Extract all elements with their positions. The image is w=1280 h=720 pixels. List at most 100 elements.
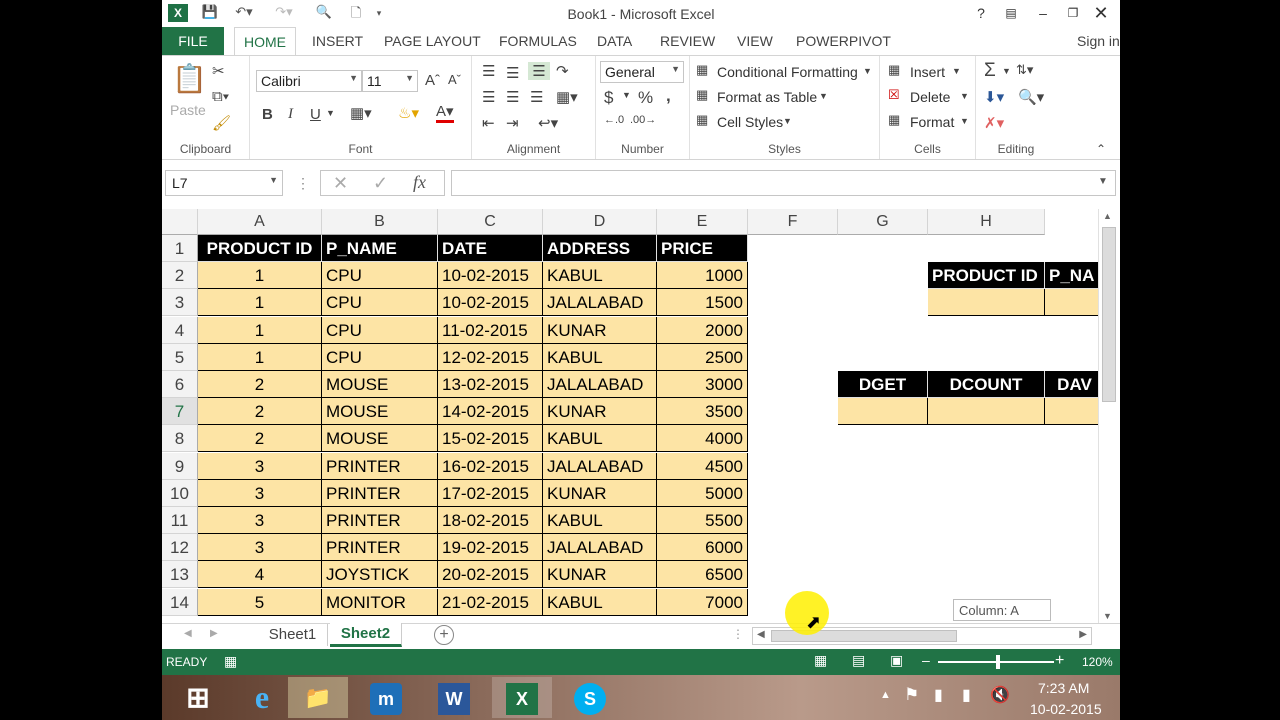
enter-icon[interactable]: ✓ (373, 173, 388, 194)
table-header-cell[interactable]: PRODUCT ID (198, 235, 322, 262)
file-explorer-icon[interactable]: 📁 (288, 677, 348, 718)
table-cell[interactable]: 1 (198, 343, 322, 371)
function-header-dcount[interactable]: DCOUNT (928, 371, 1045, 398)
excel-taskbar-icon[interactable]: X (492, 677, 552, 718)
select-all-corner[interactable] (162, 209, 198, 235)
table-cell[interactable]: 4 (198, 561, 322, 589)
table-cell[interactable]: PRINTER (322, 534, 438, 562)
table-cell[interactable]: 3500 (657, 398, 748, 426)
table-cell[interactable]: 6000 (657, 534, 748, 562)
normal-view-icon[interactable]: ▦ (814, 652, 827, 669)
currency-button[interactable]: $ (604, 88, 613, 108)
table-cell[interactable]: 2500 (657, 343, 748, 371)
function-result-cell[interactable] (928, 398, 1045, 426)
table-cell[interactable]: KABUL (543, 588, 657, 616)
table-cell[interactable]: KUNAR (543, 398, 657, 426)
scroll-left-icon[interactable]: ◀ (757, 629, 765, 640)
row-header-1[interactable]: 1 (162, 235, 198, 262)
align-center-icon[interactable]: ☰ (506, 88, 519, 106)
wrap-text-icon[interactable]: ↩▾ (538, 114, 558, 132)
vertical-scrollbar[interactable]: ▲ ▼ (1098, 209, 1118, 623)
criteria-input-cell[interactable] (928, 289, 1045, 317)
row-header-7[interactable]: 7 (162, 398, 198, 426)
middle-align-icon[interactable]: ☰ (506, 64, 519, 82)
number-format-select[interactable]: General ▼ (600, 61, 684, 83)
table-cell[interactable]: PRINTER (322, 479, 438, 507)
table-cell[interactable]: MOUSE (322, 371, 438, 398)
paste-icon[interactable]: 📋 (172, 62, 207, 94)
table-cell[interactable]: KUNAR (543, 561, 657, 589)
paste-button[interactable]: Paste (170, 102, 206, 118)
prev-sheet-icon[interactable]: ◀ (184, 628, 192, 639)
table-cell[interactable]: KABUL (543, 262, 657, 290)
tab-powerpivot[interactable]: POWERPIVOT (796, 27, 891, 55)
row-header-10[interactable]: 10 (162, 479, 198, 507)
table-cell[interactable]: 11-02-2015 (438, 316, 543, 344)
italic-button[interactable]: I (288, 106, 293, 123)
sign-in-link[interactable]: Sign in (1077, 27, 1120, 55)
top-align-icon[interactable]: ☰ (482, 62, 495, 80)
tab-formulas[interactable]: FORMULAS (499, 27, 577, 55)
row-header-4[interactable]: 4 (162, 316, 198, 344)
table-cell[interactable]: 14-02-2015 (438, 398, 543, 426)
column-header-e[interactable]: E (657, 209, 748, 235)
scroll-right-icon[interactable]: ▶ (1079, 629, 1087, 640)
zoom-level[interactable]: 120% (1082, 655, 1113, 669)
table-cell[interactable]: 5 (198, 588, 322, 616)
table-cell[interactable]: 16-02-2015 (438, 452, 543, 480)
table-cell[interactable]: JALALABAD (543, 534, 657, 562)
table-cell[interactable]: 17-02-2015 (438, 479, 543, 507)
table-cell[interactable]: JOYSTICK (322, 561, 438, 589)
criteria-header-product-id[interactable]: PRODUCT ID (928, 262, 1045, 290)
format-painter-icon[interactable]: 🖌 (212, 114, 231, 132)
table-cell[interactable]: PRINTER (322, 507, 438, 534)
table-header-cell[interactable]: DATE (438, 235, 543, 262)
vertical-scroll-thumb[interactable] (1102, 227, 1116, 402)
table-cell[interactable]: 4000 (657, 425, 748, 453)
table-cell[interactable]: 4500 (657, 452, 748, 480)
column-header-d[interactable]: D (543, 209, 657, 235)
table-cell[interactable]: KUNAR (543, 316, 657, 344)
internet-explorer-icon[interactable]: e (232, 677, 292, 718)
zoom-slider-handle[interactable] (996, 655, 1000, 669)
column-header-b[interactable]: B (322, 209, 438, 235)
tab-insert[interactable]: INSERT (312, 27, 363, 55)
sheet-tab-sheet1[interactable]: Sheet1 (258, 624, 328, 646)
column-header-h[interactable]: H (928, 209, 1045, 235)
table-cell[interactable]: 3000 (657, 371, 748, 398)
autosum-button[interactable]: Σ (984, 60, 996, 82)
table-cell[interactable]: 13-02-2015 (438, 371, 543, 398)
table-cell[interactable]: 2000 (657, 316, 748, 344)
worksheet-grid[interactable]: ABCDEFGH 1 2 3 4 5 6 7 8 9 10 11 12 13 14 PRODUCT ID P… (162, 209, 1098, 623)
row-header-12[interactable]: 12 (162, 534, 198, 562)
table-cell[interactable]: 20-02-2015 (438, 561, 543, 589)
sort-filter-icon[interactable]: ⇅▾ (1016, 62, 1033, 78)
ribbon-display-icon[interactable]: ▤ (998, 3, 1024, 23)
action-center-icon[interactable]: ⚑ (904, 685, 919, 705)
word-icon[interactable]: W (424, 677, 484, 718)
table-cell[interactable]: 5000 (657, 479, 748, 507)
add-sheet-icon[interactable]: + (434, 625, 454, 645)
row-header-14[interactable]: 14 (162, 588, 198, 616)
conditional-formatting-button[interactable]: Conditional Formatting (717, 64, 858, 80)
row-header-3[interactable]: 3 (162, 289, 198, 317)
criteria-header-p-name[interactable]: P_NA (1045, 262, 1098, 290)
table-cell[interactable]: CPU (322, 262, 438, 290)
tab-home[interactable]: HOME (234, 27, 296, 56)
table-cell[interactable]: 7000 (657, 588, 748, 616)
table-cell[interactable]: 3 (198, 507, 322, 534)
insert-function-button[interactable]: fx (413, 172, 426, 193)
table-cell[interactable]: 6500 (657, 561, 748, 589)
maxthon-icon[interactable]: m (356, 677, 416, 718)
tab-review[interactable]: REVIEW (660, 27, 715, 55)
table-cell[interactable]: 1 (198, 316, 322, 344)
table-cell[interactable]: JALALABAD (543, 371, 657, 398)
table-cell[interactable]: MONITOR (322, 588, 438, 616)
row-header-5[interactable]: 5 (162, 343, 198, 371)
increase-indent-icon[interactable]: ⇥ (506, 114, 519, 132)
table-cell[interactable]: JALALABAD (543, 452, 657, 480)
tab-data[interactable]: DATA (597, 27, 632, 55)
table-cell[interactable]: 18-02-2015 (438, 507, 543, 534)
shrink-font-icon[interactable]: Aˇ (448, 72, 461, 87)
table-cell[interactable]: 3 (198, 534, 322, 562)
